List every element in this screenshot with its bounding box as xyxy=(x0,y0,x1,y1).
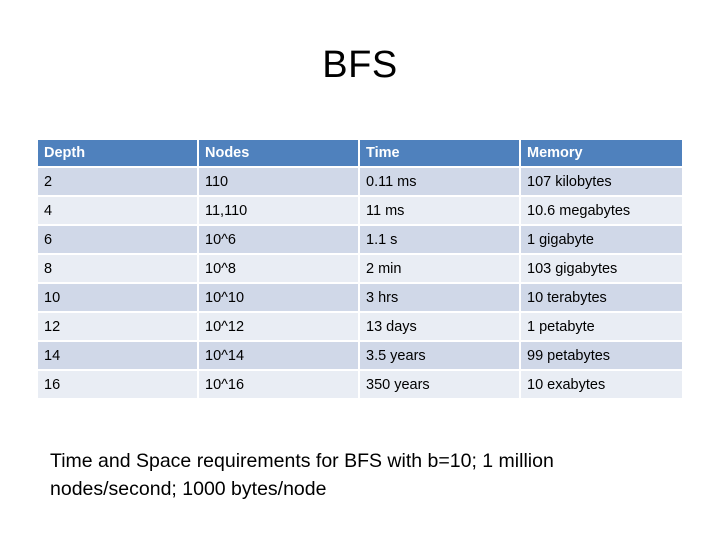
cell-nodes: 11,110 xyxy=(199,197,358,224)
cell-memory: 107 kilobytes xyxy=(521,168,682,195)
table-row: 4 11,110 11 ms 10.6 megabytes xyxy=(38,197,682,224)
cell-time: 3 hrs xyxy=(360,284,519,311)
cell-time: 13 days xyxy=(360,313,519,340)
column-header-memory: Memory xyxy=(521,140,682,166)
table-row: 10 10^10 3 hrs 10 terabytes xyxy=(38,284,682,311)
cell-memory: 103 gigabytes xyxy=(521,255,682,282)
table-row: 16 10^16 350 years 10 exabytes xyxy=(38,371,682,398)
column-header-nodes: Nodes xyxy=(199,140,358,166)
cell-memory: 10 exabytes xyxy=(521,371,682,398)
table-row: 2 110 0.11 ms 107 kilobytes xyxy=(38,168,682,195)
cell-time: 2 min xyxy=(360,255,519,282)
cell-nodes: 10^12 xyxy=(199,313,358,340)
cell-depth: 2 xyxy=(38,168,197,195)
slide-caption: Time and Space requirements for BFS with… xyxy=(50,450,554,500)
cell-nodes: 10^10 xyxy=(199,284,358,311)
cell-time: 350 years xyxy=(360,371,519,398)
cell-nodes: 10^14 xyxy=(199,342,358,369)
cell-time: 1.1 s xyxy=(360,226,519,253)
column-header-time: Time xyxy=(360,140,519,166)
cell-memory: 10.6 megabytes xyxy=(521,197,682,224)
cell-time: 0.11 ms xyxy=(360,168,519,195)
cell-depth: 14 xyxy=(38,342,197,369)
cell-depth: 6 xyxy=(38,226,197,253)
cell-nodes: 10^8 xyxy=(199,255,358,282)
table-row: 8 10^8 2 min 103 gigabytes xyxy=(38,255,682,282)
table-row: 14 10^14 3.5 years 99 petabytes xyxy=(38,342,682,369)
cell-depth: 10 xyxy=(38,284,197,311)
cell-depth: 4 xyxy=(38,197,197,224)
table-row: 12 10^12 13 days 1 petabyte xyxy=(38,313,682,340)
column-header-depth: Depth xyxy=(38,140,197,166)
cell-time: 3.5 years xyxy=(360,342,519,369)
table-header-row: Depth Nodes Time Memory xyxy=(38,140,682,166)
cell-memory: 1 gigabyte xyxy=(521,226,682,253)
cell-nodes: 110 xyxy=(199,168,358,195)
cell-depth: 8 xyxy=(38,255,197,282)
cell-time: 11 ms xyxy=(360,197,519,224)
cell-depth: 16 xyxy=(38,371,197,398)
table-row: 6 10^6 1.1 s 1 gigabyte xyxy=(38,226,682,253)
cell-depth: 12 xyxy=(38,313,197,340)
cell-nodes: 10^6 xyxy=(199,226,358,253)
cell-nodes: 10^16 xyxy=(199,371,358,398)
bfs-requirements-table: Depth Nodes Time Memory 2 110 0.11 ms 10… xyxy=(36,138,684,400)
slide-title: BFS xyxy=(322,44,398,86)
cell-memory: 1 petabyte xyxy=(521,313,682,340)
cell-memory: 10 terabytes xyxy=(521,284,682,311)
cell-memory: 99 petabytes xyxy=(521,342,682,369)
